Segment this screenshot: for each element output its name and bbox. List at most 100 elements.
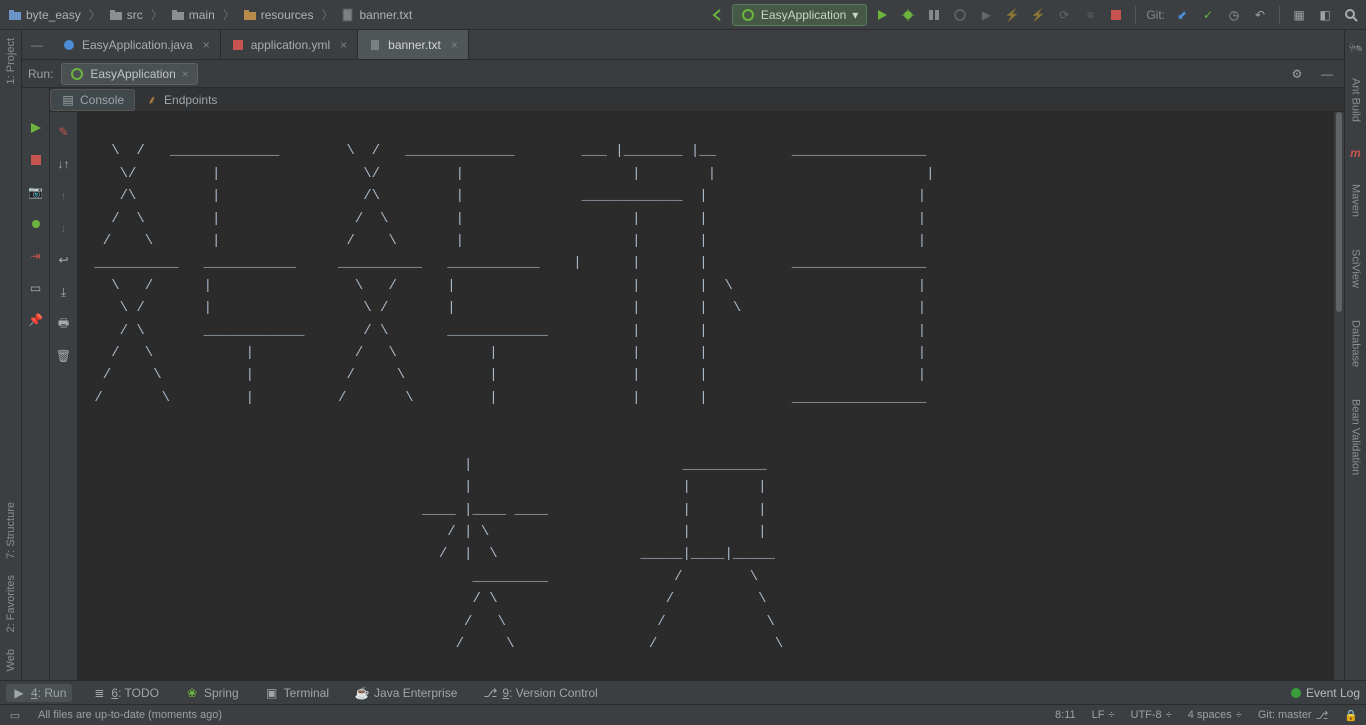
stop-icon[interactable] bbox=[1105, 4, 1127, 26]
console-scrollbar[interactable] bbox=[1334, 112, 1344, 680]
tool-terminal-tab[interactable]: ▣ Terminal bbox=[259, 684, 335, 702]
services-icon[interactable]: ≡ bbox=[1079, 4, 1101, 26]
status-caret-pos[interactable]: 8:11 bbox=[1055, 709, 1076, 721]
git-revert-icon[interactable]: ↶ bbox=[1249, 4, 1271, 26]
tool-structure-tab[interactable]: 7: Structure bbox=[5, 494, 17, 567]
exit-icon[interactable]: ⇥ bbox=[26, 246, 46, 266]
status-icon[interactable]: ▭ bbox=[8, 708, 22, 722]
tab-console[interactable]: ▤ Console bbox=[50, 89, 135, 111]
breadcrumb-resources-label: resources bbox=[261, 8, 314, 22]
run-process-tab[interactable]: EasyApplication × bbox=[61, 63, 197, 85]
dump-threads-icon[interactable]: 📷 bbox=[26, 182, 46, 202]
project-structure-icon[interactable]: ▦ bbox=[1288, 4, 1310, 26]
update-icon[interactable]: ⚡ bbox=[1001, 4, 1023, 26]
editor-tab-application-yml[interactable]: application.yml × bbox=[221, 30, 358, 59]
spring-boot-icon bbox=[741, 8, 755, 22]
profile-icon[interactable] bbox=[949, 4, 971, 26]
git-history-icon[interactable]: ◷ bbox=[1223, 4, 1245, 26]
breadcrumb-src[interactable]: src bbox=[105, 6, 147, 24]
navigation-bar: byte_easy 〉 src 〉 main 〉 resources 〉 ban… bbox=[0, 0, 1366, 30]
status-bar: ▭ All files are up-to-date (moments ago)… bbox=[0, 704, 1366, 725]
tab-console-label: Console bbox=[80, 93, 124, 107]
search-everywhere-icon[interactable] bbox=[1340, 4, 1362, 26]
git-commit-icon[interactable]: ✓ bbox=[1197, 4, 1219, 26]
back-nav-icon[interactable] bbox=[706, 4, 728, 26]
tab-endpoints-label: Endpoints bbox=[164, 93, 217, 107]
editor-tab-banner-txt[interactable]: banner.txt × bbox=[358, 30, 469, 59]
editor-tab-easyapplication-java[interactable]: EasyApplication.java × bbox=[52, 30, 221, 59]
up-stack-icon[interactable]: ↓↑ bbox=[54, 154, 74, 174]
tool-web-tab[interactable]: Web bbox=[5, 641, 17, 679]
breadcrumb-resources[interactable]: resources bbox=[239, 6, 318, 24]
tool-run-tab[interactable]: ▶ 4: Run bbox=[6, 684, 72, 702]
up-icon[interactable]: ↑ bbox=[54, 186, 74, 206]
down-icon[interactable]: ↓ bbox=[54, 218, 74, 238]
layout-icon[interactable]: ▭ bbox=[26, 278, 46, 298]
run-process-label: EasyApplication bbox=[90, 67, 175, 81]
close-icon[interactable]: × bbox=[451, 38, 458, 52]
tool-vcs-tab[interactable]: ⎇ 9: Version Control bbox=[477, 684, 603, 702]
scrollbar-thumb[interactable] bbox=[1336, 112, 1342, 312]
tool-favorites-tab[interactable]: 2: Favorites bbox=[5, 567, 17, 640]
tool-todo-tab[interactable]: ≣ 6: TODO bbox=[86, 684, 165, 702]
update2-icon[interactable]: ⚡ bbox=[1027, 4, 1049, 26]
lock-icon[interactable]: 🔒 bbox=[1344, 709, 1358, 722]
folder-icon bbox=[8, 8, 22, 22]
main-toolbar: EasyApplication ▾ ▶ ⚡ ⚡ ⟳ ≡ Git: ⬋ ✓ ◷ ↶… bbox=[706, 4, 1362, 26]
run-tool-header: Run: EasyApplication × ⚙ — bbox=[22, 60, 1344, 88]
status-encoding[interactable]: UTF-8 ÷ bbox=[1131, 709, 1172, 721]
ide-settings-icon[interactable]: ◧ bbox=[1314, 4, 1336, 26]
tool-java-ee-tab[interactable]: ☕ Java Enterprise bbox=[349, 684, 463, 702]
tab-label: banner.txt bbox=[388, 38, 441, 52]
tool-ant-tab[interactable]: Ant Build bbox=[1350, 70, 1362, 130]
console-output[interactable]: \ / _____________ \ / _____________ ___ … bbox=[78, 112, 1344, 680]
git-update-icon[interactable]: ⬋ bbox=[1171, 4, 1193, 26]
tool-maven-tab[interactable]: Maven bbox=[1350, 176, 1362, 225]
close-icon[interactable]: × bbox=[340, 38, 347, 52]
close-icon[interactable]: × bbox=[203, 38, 210, 52]
pin-icon[interactable]: 📌 bbox=[26, 310, 46, 330]
run-configuration-select[interactable]: EasyApplication ▾ bbox=[732, 4, 867, 26]
tab-endpoints[interactable]: ⸙ Endpoints bbox=[135, 90, 227, 110]
coverage-icon[interactable] bbox=[923, 4, 945, 26]
ant-icon: 🐜 bbox=[1349, 40, 1363, 54]
tool-bean-validation-tab[interactable]: Bean Validation bbox=[1350, 391, 1362, 483]
breadcrumb-sep: 〉 bbox=[87, 6, 103, 23]
status-git-branch[interactable]: Git: master ⎇ bbox=[1258, 709, 1328, 722]
trash-icon[interactable]: 🗑 bbox=[54, 346, 74, 366]
stop-icon[interactable] bbox=[26, 150, 46, 170]
tool-sciview-tab[interactable]: SciView bbox=[1350, 241, 1362, 296]
rerun-icon[interactable] bbox=[26, 118, 46, 138]
hide-tool-window-icon[interactable]: — bbox=[22, 30, 52, 59]
soft-wrap-icon[interactable]: ↩ bbox=[54, 250, 74, 270]
tool-project-tab[interactable]: 1: Project bbox=[5, 30, 17, 92]
endpoints-icon: ⸙ bbox=[145, 93, 159, 107]
run-config-label: EasyApplication bbox=[761, 8, 846, 22]
minimize-icon[interactable]: — bbox=[1316, 63, 1338, 85]
tool-spring-tab[interactable]: ❀ Spring bbox=[179, 684, 245, 702]
close-icon[interactable]: × bbox=[182, 67, 189, 81]
hotswap-icon[interactable]: ⟳ bbox=[1053, 4, 1075, 26]
print-icon[interactable]: 🖶 bbox=[54, 314, 74, 334]
status-indent[interactable]: 4 spaces ÷ bbox=[1188, 709, 1242, 721]
breadcrumb-sep: 〉 bbox=[221, 6, 237, 23]
tool-database-tab[interactable]: Database bbox=[1350, 312, 1362, 375]
gear-icon[interactable]: ⚙ bbox=[1286, 63, 1308, 85]
tab-label: EasyApplication.java bbox=[82, 38, 193, 52]
debug-icon[interactable] bbox=[897, 4, 919, 26]
breadcrumb-project[interactable]: byte_easy bbox=[4, 6, 85, 24]
vcs-icon: ⎇ bbox=[483, 686, 497, 700]
run-icon[interactable] bbox=[871, 4, 893, 26]
restart-debug-icon[interactable] bbox=[26, 214, 46, 234]
spring-boot-icon bbox=[70, 67, 84, 81]
breadcrumb-file[interactable]: banner.txt bbox=[337, 6, 416, 24]
attach-icon[interactable]: ▶ bbox=[975, 4, 997, 26]
breadcrumb-main[interactable]: main bbox=[167, 6, 219, 24]
event-log-button[interactable]: Event Log bbox=[1291, 686, 1360, 700]
scroll-end-icon[interactable]: ⤓ bbox=[54, 282, 74, 302]
left-tool-strip: 1: Project 7: Structure 2: Favorites Web… bbox=[0, 30, 22, 701]
tool-java-ee-label: Java Enterprise bbox=[374, 686, 457, 700]
status-message: All files are up-to-date (moments ago) bbox=[38, 709, 222, 721]
edit-icon[interactable]: ✎ bbox=[54, 122, 74, 142]
status-line-separator[interactable]: LF ÷ bbox=[1092, 709, 1115, 721]
